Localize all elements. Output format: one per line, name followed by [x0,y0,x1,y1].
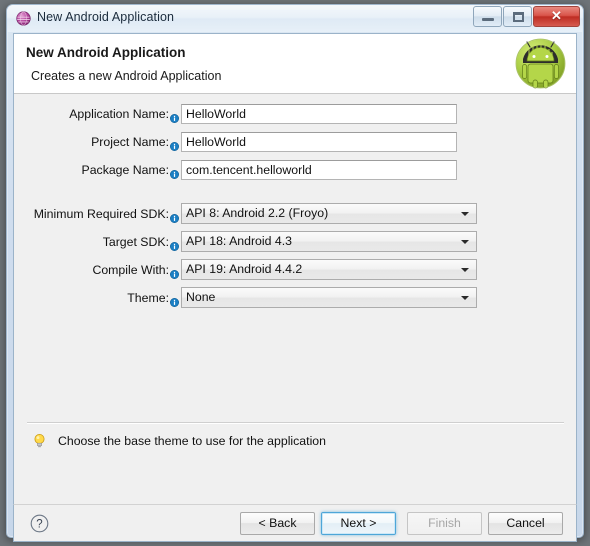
info-icon[interactable] [170,210,179,223]
compile-with-select[interactable]: API 19: Android 4.4.2 [181,259,477,280]
theme-select[interactable]: None [181,287,477,308]
close-button[interactable]: ✕ [533,6,580,27]
finish-button: Finish [407,512,482,535]
compile-with-value: API 19: Android 4.4.2 [186,262,303,276]
application-name-input[interactable]: HelloWorld [181,103,457,124]
field-row-minimum-required-sdk: Minimum Required SDK: API 8: Android 2.2… [14,203,477,224]
window-title: New Android Application [37,10,175,24]
help-button[interactable]: ? [30,514,49,533]
hint-message: Choose the base theme to use for the app… [32,433,326,449]
label-minimum-required-sdk: Minimum Required SDK: [33,206,169,221]
field-row-package-name: Package Name: com.tencent.helloworld [14,159,457,180]
info-icon[interactable] [170,138,179,151]
minimum-required-sdk-value: API 8: Android 2.2 (Froyo) [186,206,329,220]
info-icon[interactable] [170,266,179,279]
chevron-down-icon [461,212,469,216]
label-application-name: Application Name: [69,106,169,121]
close-icon: ✕ [551,8,562,23]
label-project-name: Project Name: [91,134,169,149]
field-row-target-sdk: Target SDK: API 18: Android 4.3 [14,231,477,252]
package-name-input[interactable]: com.tencent.helloworld [181,159,457,180]
field-row-application-name: Application Name: HelloWorld [14,103,457,124]
label-compile-with: Compile With: [92,262,169,277]
title-bar[interactable]: New Android Application ✕ [7,5,583,32]
info-icon[interactable] [170,166,179,179]
field-row-project-name: Project Name: HelloWorld [14,131,457,152]
dialog-window: New Android Application ✕ New Android Ap… [6,4,584,542]
minimum-required-sdk-select[interactable]: API 8: Android 2.2 (Froyo) [181,203,477,224]
minimize-button[interactable] [473,6,502,27]
chevron-down-icon [461,240,469,244]
info-icon[interactable] [170,110,179,123]
dialog-button-bar: ? < Back Next > Finish Cancel [13,504,577,542]
info-icon[interactable] [170,294,179,307]
next-button[interactable]: Next > [321,512,396,535]
chevron-down-icon [461,268,469,272]
lightbulb-icon [32,433,47,449]
field-row-theme: Theme: None [14,287,477,308]
page-title: New Android Application [26,45,186,60]
theme-value: None [186,290,216,304]
svg-text:?: ? [36,519,42,531]
minimize-icon [482,18,494,21]
dialog-header: New Android Application Creates a new An… [14,34,576,94]
maximize-button[interactable] [503,6,532,27]
info-icon[interactable] [170,238,179,251]
window-controls: ✕ [472,6,580,27]
android-robot-icon [514,37,567,90]
chevron-down-icon [461,296,469,300]
maximize-icon [513,12,524,22]
hint-separator [27,422,564,424]
target-sdk-select[interactable]: API 18: Android 4.3 [181,231,477,252]
dialog-body: New Android Application Creates a new An… [13,33,577,504]
dialog-content: Application Name: HelloWorld Project Nam… [14,94,576,504]
eclipse-sphere-icon [16,11,31,26]
label-package-name: Package Name: [81,162,170,177]
back-button[interactable]: < Back [240,512,315,535]
hint-text: Choose the base theme to use for the app… [58,434,326,448]
target-sdk-value: API 18: Android 4.3 [186,234,292,248]
field-row-compile-with: Compile With: API 19: Android 4.4.2 [14,259,477,280]
label-theme: Theme: [127,290,169,305]
project-name-input[interactable]: HelloWorld [181,131,457,152]
cancel-button[interactable]: Cancel [488,512,563,535]
label-target-sdk: Target SDK: [102,234,169,249]
page-subtitle: Creates a new Android Application [31,69,222,83]
